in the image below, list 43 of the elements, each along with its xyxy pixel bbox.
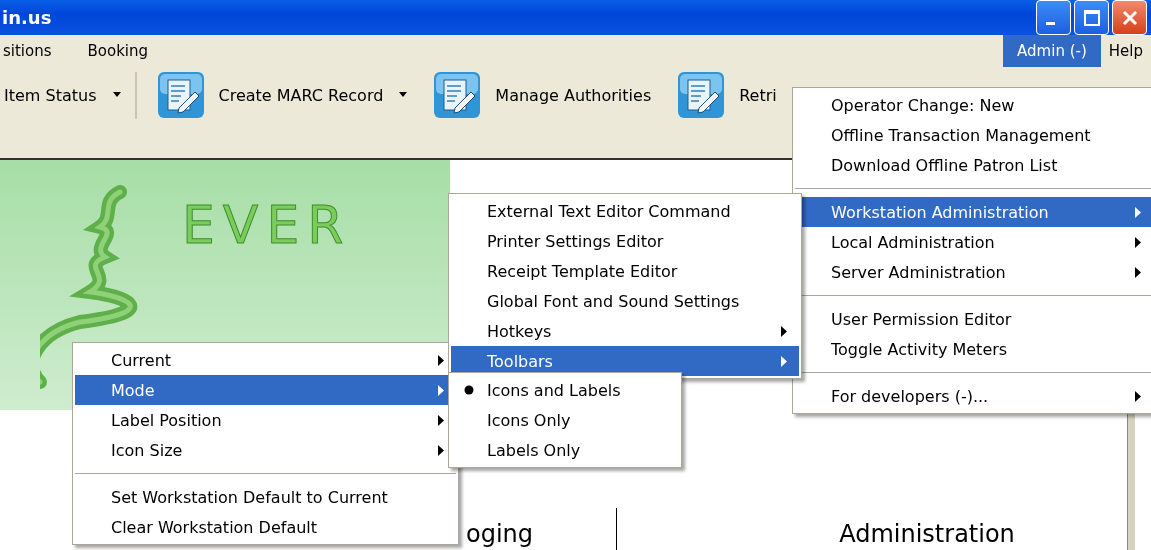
tab[interactable]: oging (462, 508, 617, 550)
submenu-arrow-icon (438, 384, 444, 396)
submenu-arrow-icon (1135, 266, 1141, 278)
toolbar-button[interactable]: Manage Authorities (429, 71, 652, 120)
toolbar-button[interactable]: Create MARC Record (152, 71, 408, 120)
dropdown-caret-icon (112, 92, 121, 99)
maximize-button[interactable] (1074, 0, 1109, 35)
minimize-icon (1046, 22, 1055, 25)
toolbar-button[interactable]: Item Status (4, 71, 137, 119)
menu-item[interactable]: Toolbars (451, 346, 799, 376)
menu-item[interactable]: Global Font and Sound Settings (451, 286, 799, 316)
submenu-arrow-icon (781, 325, 787, 337)
menu-item[interactable]: Offline Transaction Management (795, 120, 1151, 150)
window-title: in.us (2, 7, 52, 28)
menu-item[interactable]: Help (1100, 35, 1151, 68)
close-button[interactable] (1112, 0, 1147, 35)
menu-item[interactable]: Booking (79, 35, 157, 68)
dropdown-caret-icon (399, 92, 408, 99)
menu-item[interactable]: sitions (0, 35, 60, 68)
logo-text: EVER (182, 195, 352, 255)
toolbar-button[interactable]: Retri (673, 71, 777, 120)
menu-item[interactable]: Download Offline Patron List (795, 150, 1151, 180)
submenu-arrow-icon (781, 355, 787, 367)
submenu-arrow-icon (438, 444, 444, 456)
notepad-icon (433, 71, 482, 120)
maximize-icon (1082, 8, 1101, 27)
menu-item[interactable]: Operator Change: New (795, 90, 1151, 120)
submenu-arrow-icon (1135, 206, 1141, 218)
menu-item[interactable]: Set Workstation Default to Current (75, 482, 456, 512)
submenu-arrow-icon (438, 354, 444, 366)
submenu-arrow-icon (1135, 236, 1141, 248)
menu-item[interactable]: Icons Only (451, 405, 679, 435)
notepad-icon (677, 71, 726, 120)
tab[interactable]: Administration (617, 520, 1087, 550)
menu-item[interactable]: For developers (-)... (795, 381, 1151, 411)
close-icon (1120, 8, 1139, 27)
menu-item[interactable]: Hotkeys (451, 316, 799, 346)
submenu-arrow-icon (438, 414, 444, 426)
menu-item[interactable]: Admin (-) (1003, 35, 1101, 68)
submenu-arrow-icon (1135, 390, 1141, 402)
menu-item[interactable]: Clear Workstation Default (75, 512, 456, 542)
minimize-button[interactable] (1036, 0, 1071, 35)
notepad-icon (156, 71, 205, 120)
